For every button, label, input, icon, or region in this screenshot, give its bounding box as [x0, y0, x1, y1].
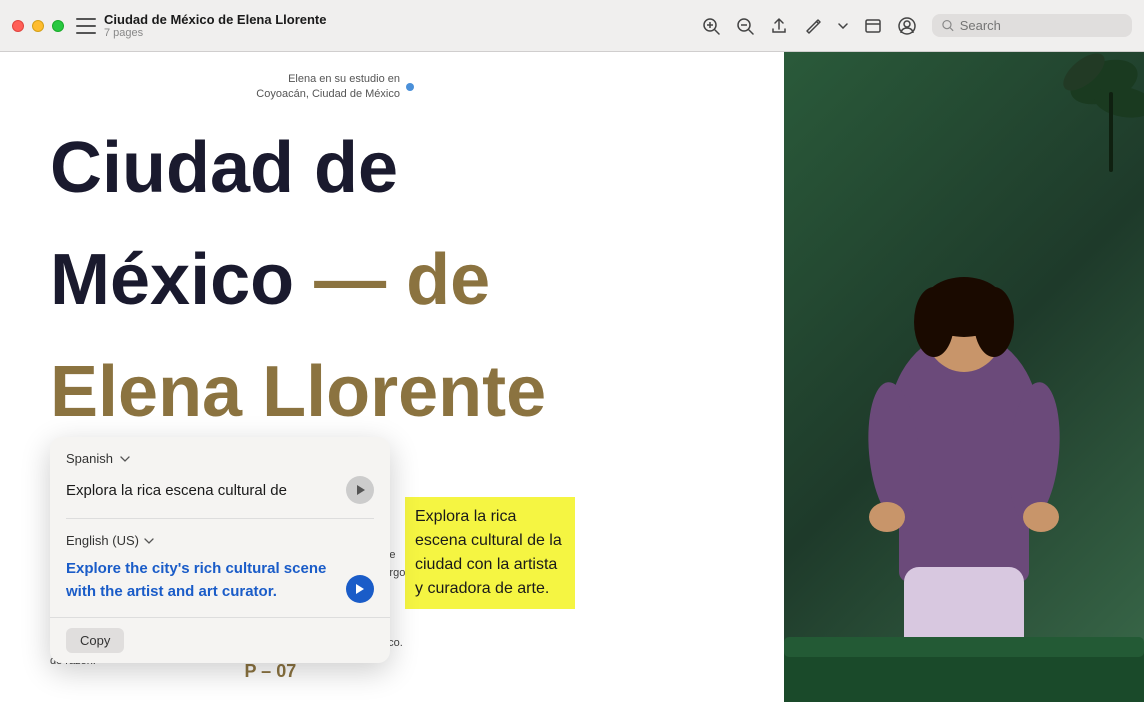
source-language-selector[interactable]: Spanish: [66, 451, 374, 466]
zoom-in-button[interactable]: [702, 17, 720, 35]
document-title: Ciudad de México de Elena Llorente: [104, 12, 327, 27]
target-text-row: Explore the city's rich cultural scene w…: [66, 558, 374, 603]
target-language-label: English (US): [66, 533, 139, 548]
plant-top-icon: [1024, 52, 1144, 212]
source-section: Spanish Explora la rica escena cultural …: [50, 437, 390, 518]
traffic-lights: [12, 20, 64, 32]
source-text: Explora la rica escena cultural de: [66, 482, 338, 499]
close-button[interactable]: [12, 20, 24, 32]
caption-text: Elena en su estudio en Coyoacán, Ciudad …: [256, 72, 400, 103]
annotate-button[interactable]: [804, 17, 822, 35]
search-bar[interactable]: [932, 14, 1132, 37]
search-icon: [942, 19, 954, 32]
main-area: Elena en su estudio en Coyoacán, Ciudad …: [0, 52, 1144, 702]
zoom-out-button[interactable]: [736, 17, 754, 35]
share-button[interactable]: [770, 17, 788, 35]
target-language-selector[interactable]: English (US): [66, 533, 374, 548]
source-text-row: Explora la rica escena cultural de: [66, 476, 374, 504]
popup-footer: Copy: [50, 617, 390, 663]
avatar-button[interactable]: [898, 17, 916, 35]
page-number: P – 07: [245, 661, 410, 682]
page-count: 7 pages: [104, 27, 327, 39]
target-lang-chevron-icon: [143, 535, 155, 547]
caption-dot: [406, 83, 414, 91]
play-icon: [356, 484, 366, 496]
search-input[interactable]: [960, 18, 1122, 33]
source-lang-chevron-icon: [119, 453, 131, 465]
toolbar-right: [702, 14, 1132, 37]
expand-button[interactable]: [864, 17, 882, 35]
titlebar: Ciudad de México de Elena Llorente 7 pag…: [0, 0, 1144, 52]
document-page: Elena en su estudio en Coyoacán, Ciudad …: [0, 52, 784, 702]
sidebar-toggle-button[interactable]: [76, 18, 96, 34]
headline-line2: México — de: [50, 244, 734, 316]
photo-panel: [784, 52, 1144, 702]
headline-line3: Elena Llorente: [50, 356, 734, 428]
source-language-label: Spanish: [66, 451, 113, 466]
minimize-button[interactable]: [32, 20, 44, 32]
photo-caption: Elena en su estudio en Coyoacán, Ciudad …: [256, 72, 414, 103]
sofa-icon: [784, 622, 1144, 702]
headline-line1: Ciudad de: [50, 132, 734, 204]
fullscreen-button[interactable]: [52, 20, 64, 32]
source-play-button[interactable]: [346, 476, 374, 504]
title-group: Ciudad de México de Elena Llorente 7 pag…: [104, 12, 327, 39]
annotate-dropdown[interactable]: [838, 23, 848, 29]
photo-placeholder: [784, 52, 1144, 702]
headline-block: Ciudad de México — de Elena Llorente: [50, 132, 734, 428]
target-play-button[interactable]: [346, 575, 374, 603]
target-section: English (US) Explore the city's rich cul…: [50, 519, 390, 617]
translated-text: Explore the city's rich cultural scene w…: [66, 558, 338, 603]
highlighted-text: Explora la rica escena cultural de la ci…: [415, 508, 562, 597]
play-blue-icon: [355, 583, 365, 595]
copy-button[interactable]: Copy: [66, 628, 124, 653]
highlighted-text-block: Explora la rica escena cultural de la ci…: [405, 497, 575, 609]
translation-popup: Spanish Explora la rica escena cultural …: [50, 437, 390, 663]
